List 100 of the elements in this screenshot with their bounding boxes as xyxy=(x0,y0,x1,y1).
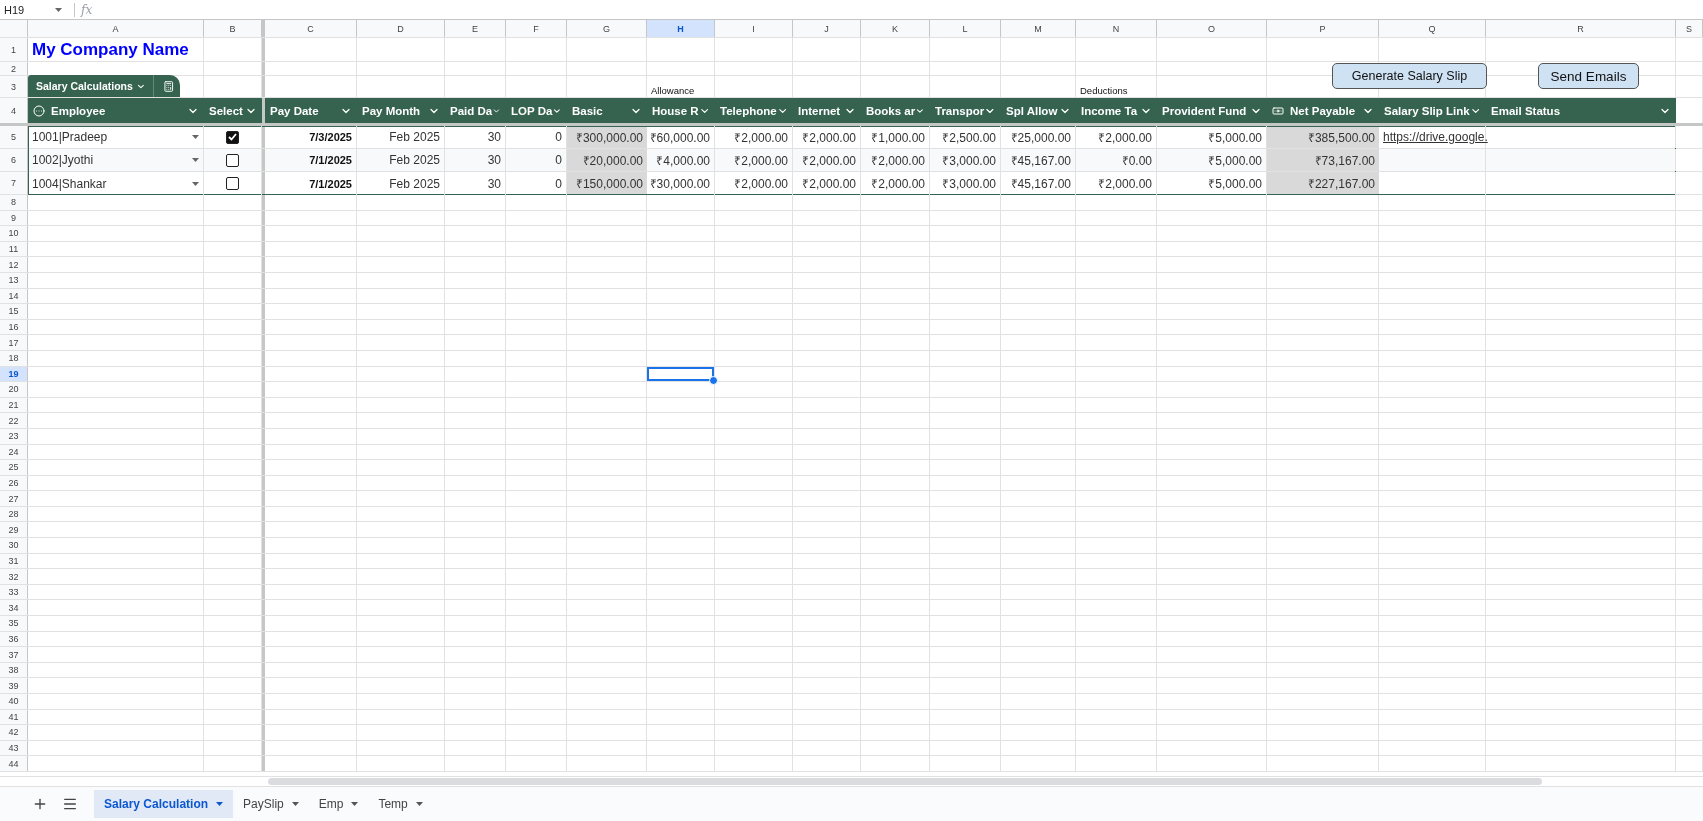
column-letter[interactable]: M xyxy=(1001,20,1076,37)
table-cell-text: ₹45,167.00 xyxy=(1010,176,1071,192)
row-number[interactable]: 17 xyxy=(0,335,28,350)
header-cell[interactable]: Provident Fund xyxy=(1157,98,1267,123)
column-letter[interactable]: S xyxy=(1676,20,1703,37)
header-cell[interactable]: Internet xyxy=(793,98,861,123)
checkbox[interactable] xyxy=(226,153,239,167)
sheet-tab[interactable]: Temp xyxy=(368,790,433,818)
row-number[interactable]: 42 xyxy=(0,725,28,740)
calculator-icon[interactable] xyxy=(162,79,174,93)
header-cell[interactable]: Employee xyxy=(28,98,204,123)
table-cell: ₹73,167.00 xyxy=(1267,149,1379,171)
table-cell-text: ₹2,000.00 xyxy=(734,129,788,146)
header-cell[interactable]: Paid Da xyxy=(445,98,506,123)
action-button[interactable]: Send Emails xyxy=(1538,63,1639,89)
action-button[interactable]: Generate Salary Slip xyxy=(1332,63,1487,89)
checkbox[interactable] xyxy=(226,177,239,190)
row-number[interactable]: 35 xyxy=(0,616,28,631)
row-number[interactable]: 27 xyxy=(0,491,28,506)
header-cell[interactable]: Pay Month xyxy=(357,98,445,123)
column-letter[interactable]: P xyxy=(1267,20,1379,37)
row-number[interactable]: 4 xyxy=(0,98,28,123)
row-number[interactable]: 8 xyxy=(0,195,28,210)
row-number[interactable]: 6 xyxy=(0,149,28,172)
header-cell[interactable]: Transpor xyxy=(930,98,1001,123)
table-cell-text: ₹60,000.00 xyxy=(649,129,710,146)
row-number[interactable]: 1 xyxy=(0,38,28,61)
column-letter[interactable]: D xyxy=(357,20,445,37)
column-letter[interactable]: I xyxy=(715,20,793,37)
header-cell[interactable]: Books ar xyxy=(861,98,930,123)
row-number[interactable]: 34 xyxy=(0,600,28,616)
table-cell: ₹150,000.00 xyxy=(567,172,647,195)
column-letter[interactable]: F xyxy=(506,20,567,37)
table-cell: ₹300,000.00 xyxy=(567,126,647,148)
table-cell-text: ₹2,000.00 xyxy=(871,152,925,169)
column-letter[interactable]: A xyxy=(28,20,204,37)
column-letter[interactable]: C xyxy=(265,20,357,37)
checkbox[interactable] xyxy=(226,130,239,144)
column-label: Internet xyxy=(798,104,842,117)
column-letter[interactable]: O xyxy=(1157,20,1267,37)
column-letter[interactable]: R xyxy=(1486,20,1676,37)
header-cell[interactable]: Net Payable xyxy=(1267,98,1379,123)
row-number[interactable]: 12 xyxy=(0,257,28,272)
column-label: Pay Month xyxy=(362,104,422,117)
row-number[interactable]: 15 xyxy=(0,304,28,319)
table-name-tab[interactable]: Salary Calculations xyxy=(28,75,180,97)
column-letter[interactable]: N xyxy=(1076,20,1157,37)
header-cell[interactable]: Email Status xyxy=(1486,98,1676,123)
selected-cell[interactable] xyxy=(647,366,715,382)
row-number[interactable]: 2 xyxy=(0,62,28,75)
row-number[interactable]: 32 xyxy=(0,569,28,584)
column-label: Transpor xyxy=(935,104,985,117)
row-number[interactable]: 40 xyxy=(0,694,28,709)
sheet-tab[interactable]: Salary Calculation xyxy=(94,790,234,818)
column-letter[interactable]: L xyxy=(930,20,1001,37)
add-icon[interactable] xyxy=(32,796,48,812)
column-letter[interactable]: K xyxy=(861,20,930,37)
row-number[interactable]: 3 xyxy=(0,76,28,97)
name-box[interactable]: H19 xyxy=(0,0,68,19)
table-cell: Feb 2025 xyxy=(389,130,440,144)
header-cell[interactable]: Telephone xyxy=(715,98,793,123)
header-cell[interactable]: Salary Slip Link xyxy=(1379,98,1486,123)
row-number[interactable]: 25 xyxy=(0,460,28,475)
table-cell-text: ₹5,000.00 xyxy=(1208,129,1262,146)
dropdown-caret-icon xyxy=(192,135,199,139)
row-number[interactable]: 20 xyxy=(0,382,28,397)
column-letter[interactable]: Q xyxy=(1379,20,1486,37)
header-cell[interactable]: Spl Allow xyxy=(1001,98,1076,123)
row-number[interactable]: 30 xyxy=(0,538,28,553)
row-number[interactable]: 10 xyxy=(0,226,28,241)
sheet-tab[interactable]: PaySlip xyxy=(233,790,309,818)
column-letter[interactable]: H xyxy=(647,20,715,37)
table-cell: 30 xyxy=(487,176,501,191)
column-label: Basic xyxy=(572,104,604,117)
table-cell: 0 xyxy=(555,176,562,191)
scrollbar-thumb[interactable] xyxy=(268,778,1542,785)
table-cell: 30 xyxy=(487,130,501,144)
column-label: Spl Allow xyxy=(1006,104,1059,117)
row-number[interactable]: 44 xyxy=(0,756,28,771)
row-number[interactable]: 37 xyxy=(0,647,28,662)
column-letter[interactable]: J xyxy=(793,20,861,37)
header-cell[interactable]: Select xyxy=(204,98,262,123)
column-letter[interactable]: B xyxy=(204,20,262,37)
row-number[interactable]: 7 xyxy=(0,172,28,195)
row-number[interactable]: 5 xyxy=(0,126,28,149)
fill-handle[interactable] xyxy=(709,376,718,386)
link[interactable]: https://drive.google. xyxy=(1383,130,1488,144)
sheet-tab[interactable]: Emp xyxy=(308,790,369,818)
column-letter[interactable]: G xyxy=(567,20,647,37)
header-cell[interactable]: Pay Date xyxy=(265,98,357,123)
row-number[interactable]: 39 xyxy=(0,678,28,693)
row-number[interactable]: 29 xyxy=(0,522,28,538)
menu-icon[interactable] xyxy=(62,796,78,812)
header-cell[interactable]: Basic xyxy=(567,98,647,123)
column-letter[interactable]: E xyxy=(445,20,506,37)
header-cell[interactable]: House R xyxy=(647,98,715,123)
header-cell[interactable]: LOP Da xyxy=(506,98,567,123)
header-cell[interactable]: Income Ta xyxy=(1076,98,1157,123)
money-icon xyxy=(1272,104,1284,117)
row-number[interactable]: 22 xyxy=(0,413,28,428)
